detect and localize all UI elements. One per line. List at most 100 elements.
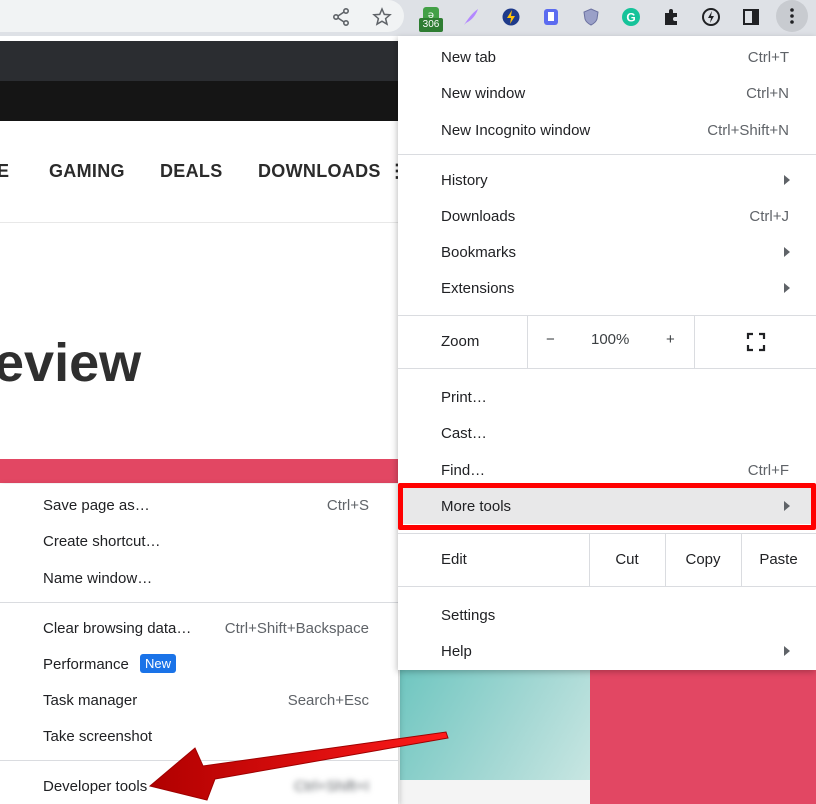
share-icon[interactable] <box>327 3 355 31</box>
more-tools-submenu: Save page as… Ctrl+S Create shortcut… Na… <box>0 484 398 804</box>
menu-separator <box>0 602 398 603</box>
star-icon[interactable] <box>368 3 396 31</box>
zoom-level: 100% <box>591 331 630 348</box>
zoom-in-button[interactable]: + <box>666 331 675 348</box>
menu-item-print[interactable]: Print… <box>398 379 816 415</box>
menu-item-label: Help <box>441 643 472 660</box>
menu-item-label: Developer tools <box>43 778 148 795</box>
site-subheader-bar <box>0 81 400 121</box>
menu-item-label: Clear browsing data… <box>43 620 192 637</box>
article-heading: eview <box>0 333 142 393</box>
menu-item-label: Performance <box>43 656 129 673</box>
menu-item-label: Name window… <box>43 570 153 587</box>
fullscreen-icon[interactable] <box>746 332 766 352</box>
menu-item-save-page[interactable]: Save page as… Ctrl+S <box>0 487 398 523</box>
menu-item-label: Print… <box>441 389 487 406</box>
article-image-caption-area <box>400 780 590 804</box>
menu-item-take-screenshot[interactable]: Take screenshot <box>0 718 398 754</box>
menu-item-help[interactable]: Help <box>398 633 816 669</box>
nav-divider <box>0 222 400 223</box>
menu-item-label: History <box>441 172 488 189</box>
nav-item-gaming[interactable]: GAMING <box>49 161 125 182</box>
side-panel-icon[interactable] <box>737 3 765 31</box>
quill-extension-icon[interactable] <box>457 3 485 31</box>
grammarly-extension-icon[interactable]: G <box>617 3 645 31</box>
highlight-box <box>398 483 816 530</box>
menu-item-label: Downloads <box>441 208 516 225</box>
menu-item-downloads[interactable]: Downloads Ctrl+J <box>398 198 816 234</box>
menu-item-label: Create shortcut… <box>43 533 161 550</box>
menu-item-create-shortcut[interactable]: Create shortcut… <box>0 523 398 559</box>
menu-item-shortcut: Ctrl+F <box>747 462 789 479</box>
menu-item-shortcut: Ctrl+T <box>747 49 789 66</box>
browser-toolbar: ə 306 G <box>0 0 816 36</box>
clock-extension-icon[interactable] <box>697 3 725 31</box>
submenu-arrow-icon <box>784 646 790 656</box>
menu-item-label: Find… <box>441 462 486 479</box>
chrome-main-menu: New tab Ctrl+T New window Ctrl+N New Inc… <box>398 36 816 670</box>
menu-item-extensions[interactable]: Extensions <box>398 270 816 306</box>
menu-separator <box>0 760 398 761</box>
paste-button[interactable]: Paste <box>741 551 816 568</box>
article-image <box>400 670 590 780</box>
shield-extension-icon[interactable] <box>577 3 605 31</box>
zoom-divider <box>694 315 695 368</box>
svg-text:G: G <box>626 11 635 25</box>
menu-item-label: Settings <box>441 607 496 624</box>
menu-item-settings[interactable]: Settings <box>398 597 816 633</box>
nav-item[interactable]: E <box>0 161 9 182</box>
nav-item-deals[interactable]: DEALS <box>160 161 223 182</box>
menu-item-label: New Incognito window <box>441 122 591 139</box>
cut-button[interactable]: Cut <box>589 551 665 568</box>
edit-row: Edit Cut Copy Paste <box>398 533 816 586</box>
menu-item-shortcut: Ctrl+Shift+Backspace <box>224 620 369 637</box>
menu-item-new-incognito-window[interactable]: New Incognito window Ctrl+Shift+N <box>398 112 816 148</box>
copy-button[interactable]: Copy <box>665 551 741 568</box>
menu-item-label: Task manager <box>43 692 138 709</box>
menu-item-label: New window <box>441 85 526 102</box>
menu-item-shortcut: Search+Esc <box>287 692 369 709</box>
submenu-arrow-icon <box>784 283 790 293</box>
menu-item-bookmarks[interactable]: Bookmarks <box>398 234 816 270</box>
zoom-row: Zoom − 100% + <box>398 315 816 368</box>
menu-item-cast[interactable]: Cast… <box>398 415 816 451</box>
menu-item-label: Take screenshot <box>43 728 153 745</box>
site-nav: E GAMING DEALS DOWNLOADS ⋮ <box>0 152 406 192</box>
menu-item-shortcut: Ctrl+Shift+I <box>293 778 369 795</box>
menu-item-shortcut: Ctrl+J <box>749 208 789 225</box>
accent-band <box>0 459 400 483</box>
menu-item-label: Bookmarks <box>441 244 517 261</box>
zoom-label: Zoom <box>441 333 480 350</box>
menu-item-label: Extensions <box>441 280 515 297</box>
puzzle-icon[interactable] <box>657 3 685 31</box>
zoom-out-button[interactable]: − <box>546 331 555 348</box>
menu-item-label: New tab <box>441 49 497 66</box>
menu-item-name-window[interactable]: Name window… <box>0 560 398 596</box>
menu-item-shortcut: Ctrl+Shift+N <box>707 122 789 139</box>
menu-item-performance[interactable]: Performance New <box>0 646 398 682</box>
menu-separator <box>398 154 816 155</box>
menu-item-shortcut: Ctrl+N <box>746 85 789 102</box>
lightning-extension-icon[interactable] <box>497 3 525 31</box>
more-menu-icon[interactable] <box>776 0 808 32</box>
bookmark-extension-icon[interactable] <box>537 3 565 31</box>
menu-item-developer-tools[interactable]: Developer tools Ctrl+Shift+I <box>0 768 398 804</box>
menu-item-label: Save page as… <box>43 497 150 514</box>
menu-separator <box>398 368 816 369</box>
menu-item-new-tab[interactable]: New tab Ctrl+T <box>398 39 816 75</box>
extension-badge: 306 <box>419 18 443 32</box>
site-header-bar <box>0 41 400 81</box>
menu-item-history[interactable]: History <box>398 162 816 198</box>
menu-item-clear-browsing-data[interactable]: Clear browsing data… Ctrl+Shift+Backspac… <box>0 610 398 646</box>
menu-item-shortcut: Ctrl+S <box>326 497 369 514</box>
submenu-arrow-icon <box>784 175 790 185</box>
new-badge: New <box>140 654 177 673</box>
menu-item-new-window[interactable]: New window Ctrl+N <box>398 75 816 111</box>
submenu-arrow-icon <box>784 247 790 257</box>
promo-block <box>590 670 816 804</box>
menu-item-task-manager[interactable]: Task manager Search+Esc <box>0 682 398 718</box>
zoom-divider <box>527 315 528 368</box>
menu-separator <box>398 586 816 587</box>
edit-label: Edit <box>441 551 467 568</box>
nav-item-downloads[interactable]: DOWNLOADS <box>258 161 381 182</box>
